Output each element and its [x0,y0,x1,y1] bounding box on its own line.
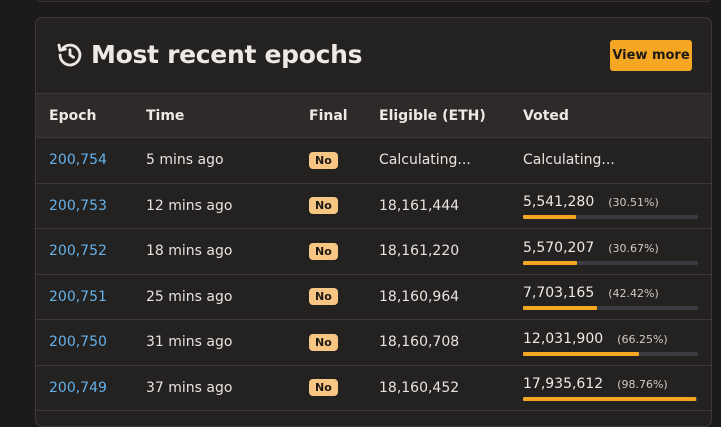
final-status-badge: No [309,197,338,215]
voted-value: 5,570,207 [523,239,595,256]
epoch-link[interactable]: 200,751 [49,289,107,305]
epoch-cell: 200,751 [36,274,133,320]
epoch-cell: 200,750 [36,319,133,366]
view-more-button[interactable]: View more [610,40,692,71]
epoch-link[interactable]: 200,749 [49,380,107,396]
voted-progress-fill [523,351,639,356]
final-cell: No [296,274,366,320]
time-cell: 37 mins ago [133,365,296,411]
final-cell: No [296,319,366,366]
time-cell: 12 mins ago [133,183,296,229]
time-cell: 31 mins ago [133,319,296,366]
epoch-cell: 200,753 [36,183,133,229]
final-cell: No [296,365,366,411]
header-epoch: Epoch [36,93,133,138]
previous-card-edge [35,0,712,2]
voted-progress-bar [523,306,698,311]
final-status-badge: No [309,288,338,306]
table-row: 200,749 37 mins ago No 18,160,452 17,935,61… [36,365,711,411]
voted-value: 12,031,900 [523,330,604,347]
header-time: Time [133,93,296,138]
voted-cell: 5,570,207 (30.67%) [510,228,711,275]
voted-progress-bar [523,260,698,265]
eligible-cell: 18,160,964 [366,274,510,320]
final-status-badge: No [309,151,338,169]
eligible-cell: 18,161,220 [366,228,510,275]
eligible-cell: 18,160,708 [366,319,510,366]
table-row: 200,751 25 mins ago No 18,160,964 7,703,165… [36,274,711,320]
voted-cell: 7,703,165 (42.42%) [510,274,711,320]
final-cell: No [296,228,366,275]
voted-percent: (66.25%) [617,332,668,346]
voted-value: 17,935,612 [523,376,604,393]
header-eligible: Eligible (ETH) [366,93,510,138]
voted-cell: 12,031,900 (66.25%) [510,319,711,366]
eligible-cell: 18,160,452 [366,365,510,411]
voted-percent: (30.51%) [608,196,659,210]
final-cell: No [296,137,366,184]
epoch-link[interactable]: 200,754 [49,152,107,168]
voted-percent: (98.76%) [617,378,668,392]
table-row: 200,754 5 mins ago No Calculating... Calcula… [36,137,711,184]
voted-progress-bar [523,397,698,402]
table-row: 200,750 31 mins ago No 18,160,708 12,031,90… [36,319,711,366]
eligible-cell: Calculating... [366,137,510,184]
voted-percent: (30.67%) [608,241,659,255]
voted-summary: 7,703,165 (42.42%) [523,285,711,301]
voted-progress-fill [523,397,696,402]
epoch-cell: 200,752 [36,228,133,275]
table-header-row: Epoch Time Final Eligible (ETH) Voted [36,93,711,138]
voted-summary: 17,935,612 (98.76%) [523,376,711,392]
epoch-link[interactable]: 200,753 [49,198,107,214]
final-status-badge: No [309,333,338,351]
history-icon [57,43,82,67]
eligible-cell: 18,161,444 [366,183,510,229]
time-cell: 25 mins ago [133,274,296,320]
voted-progress-bar [523,215,698,220]
final-status-badge: No [309,379,338,397]
voted-cell: Calculating... [510,137,711,184]
recent-epochs-card: Most recent epochs View more Epoch Time … [35,17,712,427]
voted-cell: 5,541,280 (30.51%) [510,183,711,229]
voted-cell: 17,935,612 (98.76%) [510,365,711,411]
card-title: Most recent epochs [91,40,363,69]
final-cell: No [296,183,366,229]
card-header: Most recent epochs View more [36,18,711,93]
voted-summary: 12,031,900 (66.25%) [523,331,711,347]
voted-percent: (42.42%) [608,287,659,301]
time-cell: 18 mins ago [133,228,296,275]
voted-value: Calculating... [523,152,615,169]
voted-value: 5,541,280 [523,194,595,211]
header-final: Final [296,93,366,138]
epoch-cell: 200,749 [36,365,133,411]
final-status-badge: No [309,242,338,260]
voted-summary: 5,541,280 (30.51%) [523,194,711,210]
voted-summary: 5,570,207 (30.67%) [523,240,711,256]
epoch-cell: 200,754 [36,137,133,184]
table-row: 200,752 18 mins ago No 18,161,220 5,570,207… [36,228,711,275]
epoch-link[interactable]: 200,752 [49,243,107,259]
voted-progress-fill [523,215,577,220]
voted-progress-fill [523,260,577,265]
table-row: 200,753 12 mins ago No 18,161,444 5,541,280… [36,183,711,229]
voted-progress-bar [523,351,698,356]
header-voted: Voted [510,93,711,138]
time-cell: 5 mins ago [133,137,296,184]
voted-value: 7,703,165 [523,285,595,302]
epoch-link[interactable]: 200,750 [49,334,107,350]
epochs-table: Epoch Time Final Eligible (ETH) Voted 20… [36,93,711,411]
voted-progress-fill [523,306,598,311]
